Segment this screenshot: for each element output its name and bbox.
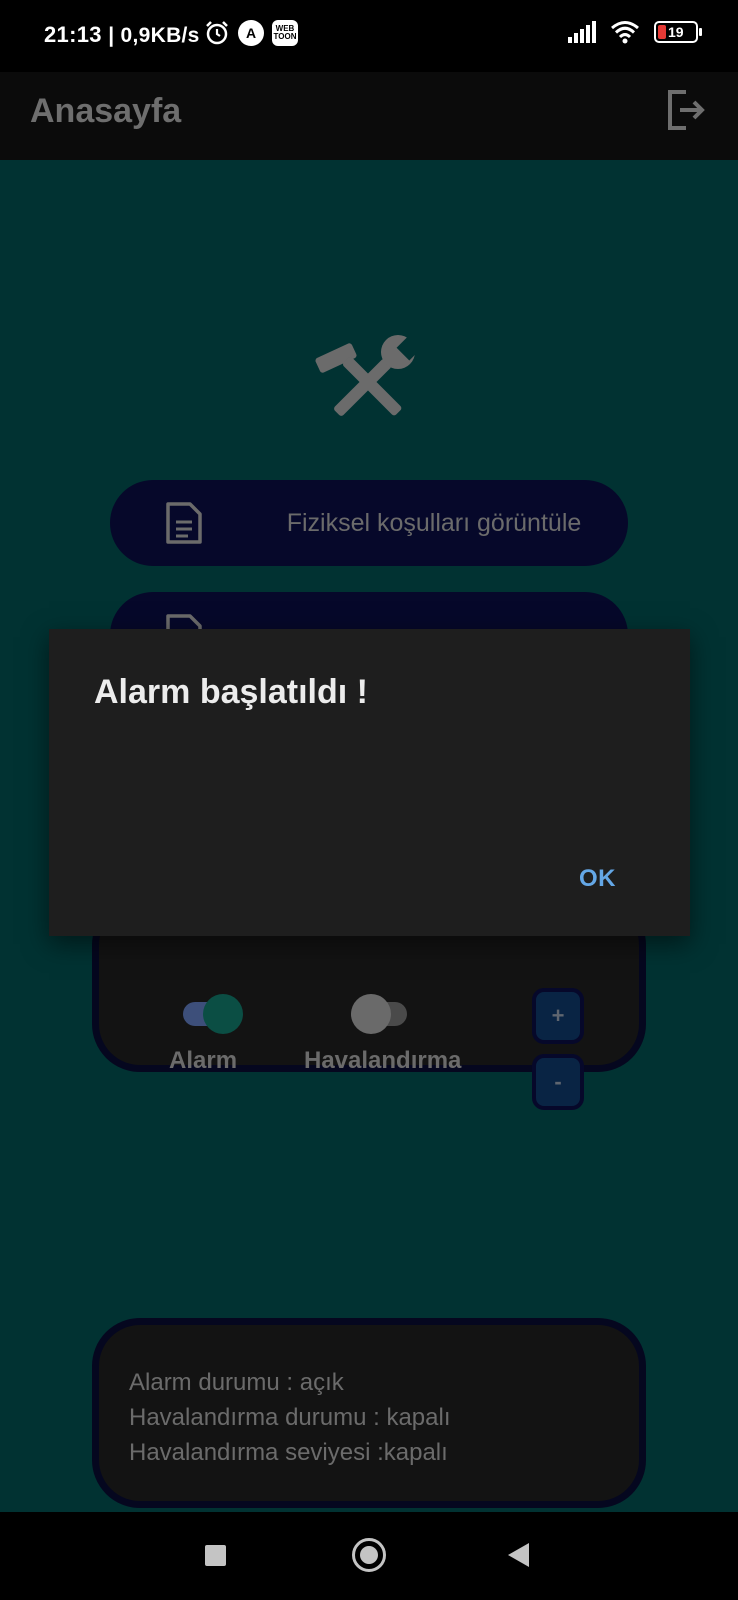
increase-button[interactable]: + (532, 988, 584, 1044)
signal-icon (568, 21, 596, 43)
recent-apps-icon[interactable] (205, 1545, 226, 1566)
ventilation-level-text: Havalandırma seviyesi :kapalı (129, 1439, 448, 1466)
tools-icon (315, 333, 424, 416)
status-time: 21:13 | 0,9KB/s (44, 22, 200, 47)
alert-dialog: Alarm başlatıldı ! OK (49, 629, 690, 936)
alarm-status-text: Alarm durumu : açık (129, 1369, 344, 1396)
physical-conditions-label: Fiziksel koşulları görüntüle (286, 508, 582, 537)
decrease-button[interactable]: - (532, 1054, 584, 1110)
status-card: Alarm durumu : açık Havalandırma durumu … (92, 1318, 646, 1508)
dialog-title: Alarm başlatıldı ! (94, 673, 368, 711)
logout-icon[interactable] (664, 88, 708, 132)
alarm-switch[interactable] (183, 994, 243, 1034)
alarm-clock-icon (206, 21, 228, 45)
navigation-bar (0, 1512, 738, 1600)
status-bar: 21:13 | 0,9KB/s A WEB TOON 19 (0, 0, 738, 72)
app-bar: Anasayfa (0, 72, 738, 160)
webtoon-icon: WEB TOON (272, 20, 298, 46)
physical-conditions-button[interactable]: Fiziksel koşulları görüntüle (110, 480, 628, 566)
alarm-switch-label: Alarm (169, 1047, 238, 1074)
app-a-icon: A (238, 20, 264, 46)
ventilation-switch[interactable] (351, 994, 407, 1034)
status-notification-icons: A WEB TOON (204, 20, 298, 46)
back-icon[interactable] (508, 1543, 529, 1567)
status-system-icons: 19 (568, 20, 702, 44)
battery-icon: 19 (654, 21, 702, 43)
ventilation-status-text: Havalandırma durumu : kapalı (129, 1404, 451, 1431)
ventilation-switch-label: Havalandırma (304, 1047, 462, 1074)
document-icon (166, 502, 202, 544)
ok-button[interactable]: OK (579, 865, 616, 893)
home-icon[interactable] (352, 1538, 386, 1572)
wifi-icon (611, 21, 639, 44)
page-title: Anasayfa (30, 92, 182, 130)
